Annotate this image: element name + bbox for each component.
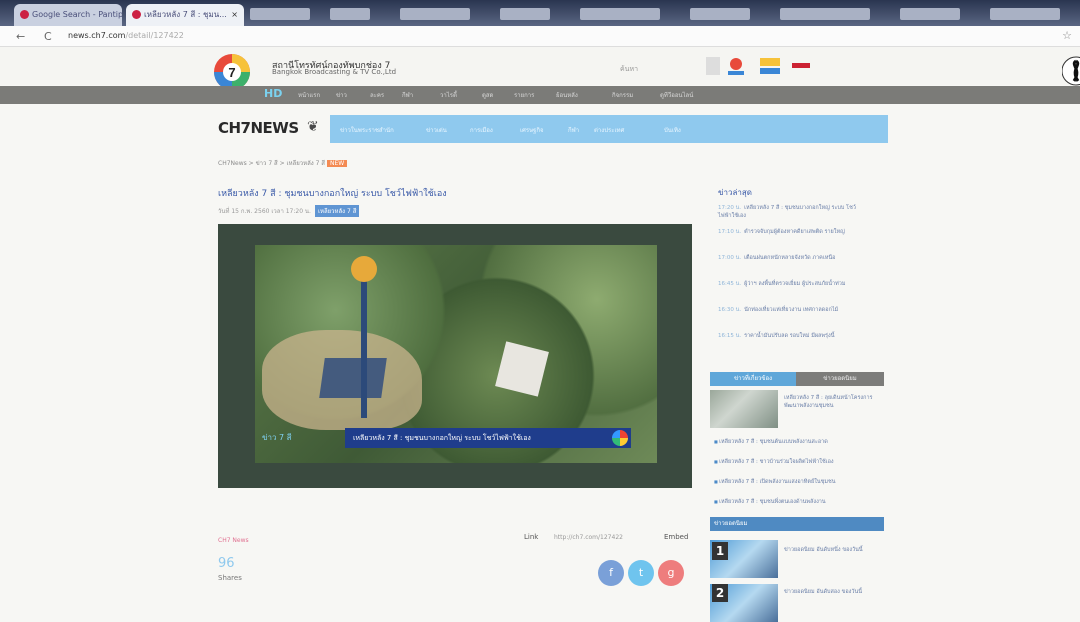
related-item[interactable]: เหลียวหลัง 7 สี : ชุมชนต้นแบบพลังงานสะอา… [714,438,884,446]
google-plus-share-icon[interactable]: g [658,560,684,586]
svg-text:7: 7 [228,65,235,80]
nav-item[interactable]: กิจกรรม [612,90,633,100]
article-meta: วันที่ 15 ก.พ. 2560 เวลา 17:20 น. เหลียวห… [218,205,360,217]
tab-label: เหลียวหลัง 7 สี : ชุมน... [144,10,227,19]
blurred-bookmark [500,8,550,20]
blurred-bookmark [990,8,1060,20]
share-count-label: Shares [218,574,242,582]
blurred-bookmark [690,8,750,20]
site-header [0,47,1080,85]
search-input[interactable]: ค้นหา [620,64,638,75]
latest-news-item[interactable]: 17:10 น. ตำรวจจับกุมผู้ต้องหาคดียาเสพติด … [718,228,868,236]
reload-icon[interactable]: C [44,30,52,43]
lower-third-logo: ข่าว 7 สี [262,433,292,442]
address-bar: ← C news.ch7.com/detail/127422 ☆ [0,26,1080,47]
main-nav [0,86,1080,104]
nav-item[interactable]: กีฬา [402,90,413,100]
news-nav-item[interactable]: ข่าวเด่น [426,125,447,135]
facebook-share-icon[interactable]: f [598,560,624,586]
browser-tab-active[interactable]: เหลียวหลัง 7 สี : ชุมน... × [126,4,244,26]
back-arrow-icon[interactable]: ← [16,30,25,43]
latest-news-item[interactable]: 16:45 น. ผู้ว่าฯ ลงพื้นที่ตรวจเยี่ยม ผู้ป… [718,280,868,288]
tab-favicon-icon [20,10,29,19]
share-count: 96 [218,556,235,571]
latest-news-item[interactable]: 17:00 น. เตือนฝนตกหนักหลายจังหวัด ภาคเหนื… [718,254,868,262]
category-tag[interactable]: เหลียวหลัง 7 สี [314,205,360,217]
latest-news-title: ข่าวล่าสุด [718,188,752,197]
latest-news-item[interactable]: 16:30 น. นักท่องเที่ยวแห่เที่ยวงาน เทศกาล… [718,306,868,314]
url-field[interactable]: news.ch7.com/detail/127422 [68,31,184,40]
link-label: Link [524,533,539,541]
link-field[interactable]: http://ch7.com/127422 [554,534,623,541]
popular-news-title: ข่าวยอดนิยม [710,517,884,531]
nav-item[interactable]: รายการ [514,90,534,100]
url-path: /detail/127422 [125,31,184,40]
news-nav-item[interactable]: บันเทิง [664,125,681,135]
nav-item[interactable]: ดูทีวีออนไลน์ [660,90,693,100]
breadcrumb-path[interactable]: CH7News > ข่าว 7 สี > เหลียวหลัง 7 สี [218,160,325,167]
hd-badge: HD [264,87,283,100]
url-host: news.ch7.com [68,31,126,40]
ch7news-logo[interactable]: CH7NEWS [218,119,299,137]
latest-news-item[interactable]: 16:15 น. ราคาน้ำมันปรับลด รอบใหม่ มีผลพรุ… [718,332,868,340]
lower-third-caption: เหลียวหลัง 7 สี : ชุมชนบางกอกใหญ่ ระบบ โ… [345,428,631,448]
close-tab-icon[interactable]: × [231,4,238,26]
brand-name-english: Bangkok Broadcasting & TV Co.,Ltd [272,68,397,76]
popular-rank: 2 [712,584,728,602]
new-badge: NEW [326,160,348,167]
nav-item[interactable]: ย้อนหลัง [556,90,578,100]
solar-panel [319,358,387,398]
browser-tab[interactable]: Google Search - Pantip [14,4,122,26]
ch7-bug-icon [612,430,628,446]
latest-news-item[interactable]: 17:20 น. เหลียวหลัง 7 สี : ชุมชนบางกอกใหญ… [718,204,868,220]
browser-tab-bar: Google Search - Pantip เหลียวหลัง 7 สี :… [0,0,1080,26]
bird-icon: ❦ [307,119,319,135]
related-item[interactable]: เหลียวหลัง 7 สี : เปิดพลังงานแสงอาทิตย์ใ… [714,478,884,486]
news-nav-item[interactable]: ต่างประเทศ [594,125,624,135]
blurred-bookmark [400,8,470,20]
article-source[interactable]: CH7 News [218,537,249,544]
tab-popular[interactable]: ข่าวยอดนิยม [796,372,884,386]
nav-item[interactable]: ข่าว [336,90,347,100]
related-item[interactable]: เหลียวหลัง 7 สี : ชาวบ้านร่วมใจผลิตไฟฟ้า… [714,458,884,466]
popular-item-title[interactable]: ข่าวยอดนิยม อันดับสอง ของวันนี้ [784,588,882,596]
sidebar-tabs: ข่าวที่เกี่ยวข้อง ข่าวยอดนิยม [710,372,884,386]
related-lead-title[interactable]: เหลียวหลัง 7 สี : ลุยเดินหน้าโครงการพัฒน… [784,394,882,410]
lamp-head [351,256,377,282]
tab-related[interactable]: ข่าวที่เกี่ยวข้อง [710,372,796,386]
blurred-bookmark [250,8,310,20]
twitter-share-icon[interactable]: t [628,560,654,586]
bookmark-star-icon[interactable]: ☆ [1062,29,1072,42]
blurred-bookmark [780,8,870,20]
related-item[interactable]: เหลียวหลัง 7 สี : ชุมชนพึ่งตนเองด้านพลัง… [714,498,884,506]
popular-item-title[interactable]: ข่าวยอดนิยม อันดับหนึ่ง ของวันนี้ [784,546,882,554]
related-thumbnail[interactable] [710,390,778,428]
blurred-bookmark [900,8,960,20]
embed-button[interactable]: Embed [664,533,688,541]
news-nav-item[interactable]: กีฬา [568,125,579,135]
blurred-bookmark [580,8,660,20]
nav-item[interactable]: ละคร [370,90,384,100]
breadcrumb: CH7News > ข่าว 7 สี > เหลียวหลัง 7 สี NEW [218,158,348,168]
blurred-bookmark [330,8,370,20]
nav-item[interactable]: วาไรตี้ [440,90,457,100]
nav-item[interactable]: หน้าแรก [298,90,320,100]
nav-item[interactable]: ดูสด [482,90,493,100]
partner-icons[interactable] [706,55,826,77]
article-headline: เหลียวหลัง 7 สี : ชุมชนบางกอกใหญ่ ระบบ โ… [218,189,447,199]
popular-rank: 1 [712,542,728,560]
tab-label: Google Search - Pantip [32,10,122,19]
lamp-pole [361,268,367,418]
news-nav-item[interactable]: ข่าวในพระราชสำนัก [340,125,394,135]
news-nav-item[interactable]: การเมือง [470,125,493,135]
news-nav-item[interactable]: เศรษฐกิจ [520,125,544,135]
article-date: วันที่ 15 ก.พ. 2560 เวลา 17:20 น. [218,208,311,215]
tab-favicon-icon [132,10,141,19]
